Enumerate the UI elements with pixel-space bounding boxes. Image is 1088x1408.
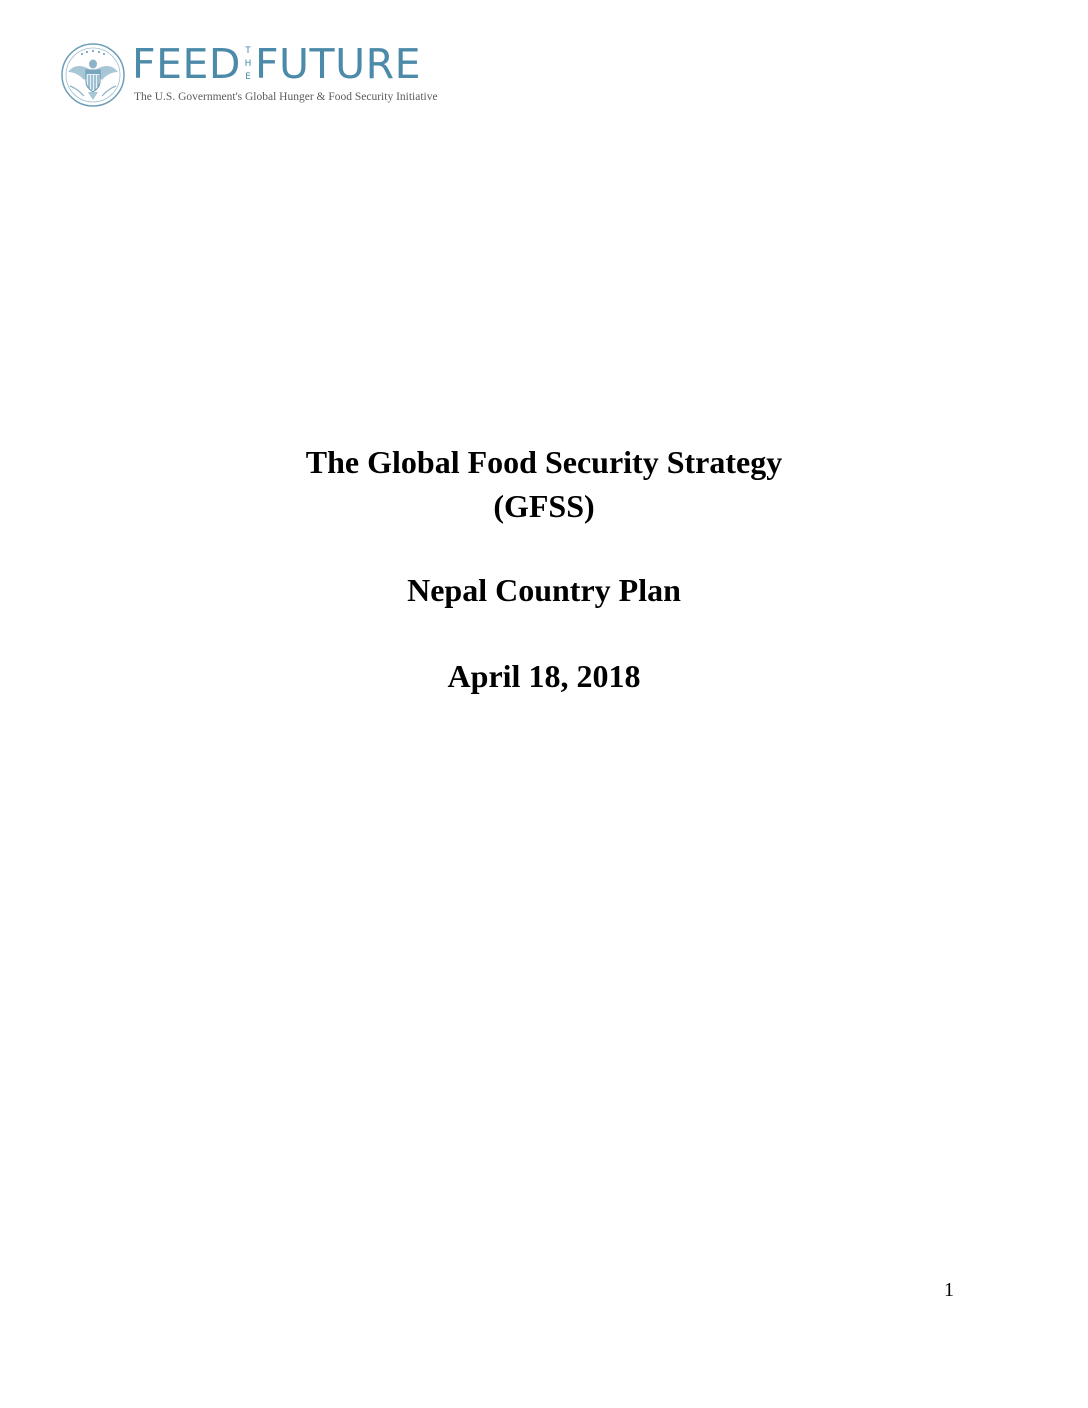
- title-spacer: [0, 612, 1088, 654]
- us-great-seal-icon: [61, 43, 125, 107]
- title-line-1: The Global Food Security Strategy: [305, 444, 783, 480]
- title-spacer: [0, 528, 1088, 568]
- document-subtitle: Nepal Country Plan: [407, 572, 681, 608]
- feed-the-future-logo: FEED T H E FUTURE The U.S. Government's Glob…: [60, 40, 460, 112]
- title-line-2: (GFSS): [493, 488, 595, 524]
- logo-tagline: The U.S. Government's Global Hunger & Fo…: [134, 91, 438, 103]
- logo-the-letter: H: [244, 59, 252, 69]
- logo-wordmark: FEED T H E FUTURE The U.S. Government's Glob…: [132, 40, 462, 112]
- document-page: FEED T H E FUTURE The U.S. Government's Glob…: [0, 0, 1088, 1408]
- document-date: April 18, 2018: [447, 658, 641, 694]
- logo-future-text: FUTURE: [254, 40, 422, 88]
- logo-feed-text: FEED: [132, 40, 241, 88]
- cover-title-block: The Global Food Security Strategy (GFSS)…: [0, 440, 1088, 698]
- page-number: 1: [944, 1279, 954, 1301]
- logo-the-letter: E: [245, 72, 251, 82]
- logo-the-stack: THE: [242, 46, 254, 86]
- logo-the-letter: T: [245, 46, 251, 56]
- logo-wordmark-row: FEED T H E FUTURE: [132, 40, 421, 88]
